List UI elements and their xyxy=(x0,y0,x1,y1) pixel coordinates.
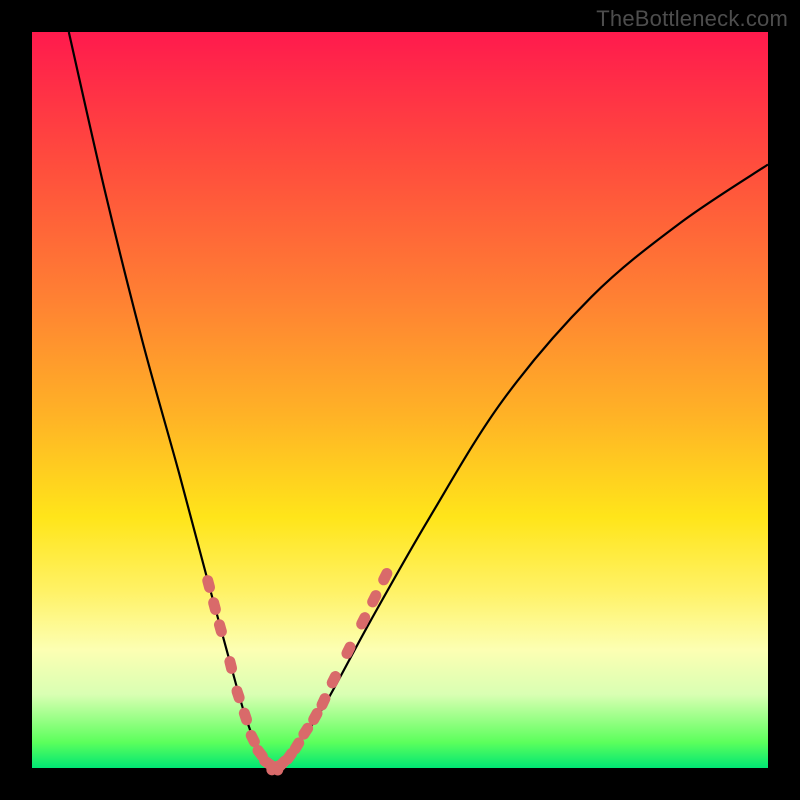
plot-area xyxy=(32,32,768,768)
chart-frame: TheBottleneck.com xyxy=(0,0,800,800)
dash-overlay-left xyxy=(201,574,285,778)
attribution-text: TheBottleneck.com xyxy=(596,6,788,32)
curve-layer xyxy=(32,32,768,768)
dash-overlay-right xyxy=(264,566,394,777)
left-branch-curve xyxy=(69,32,275,768)
right-branch-curve xyxy=(275,164,768,768)
